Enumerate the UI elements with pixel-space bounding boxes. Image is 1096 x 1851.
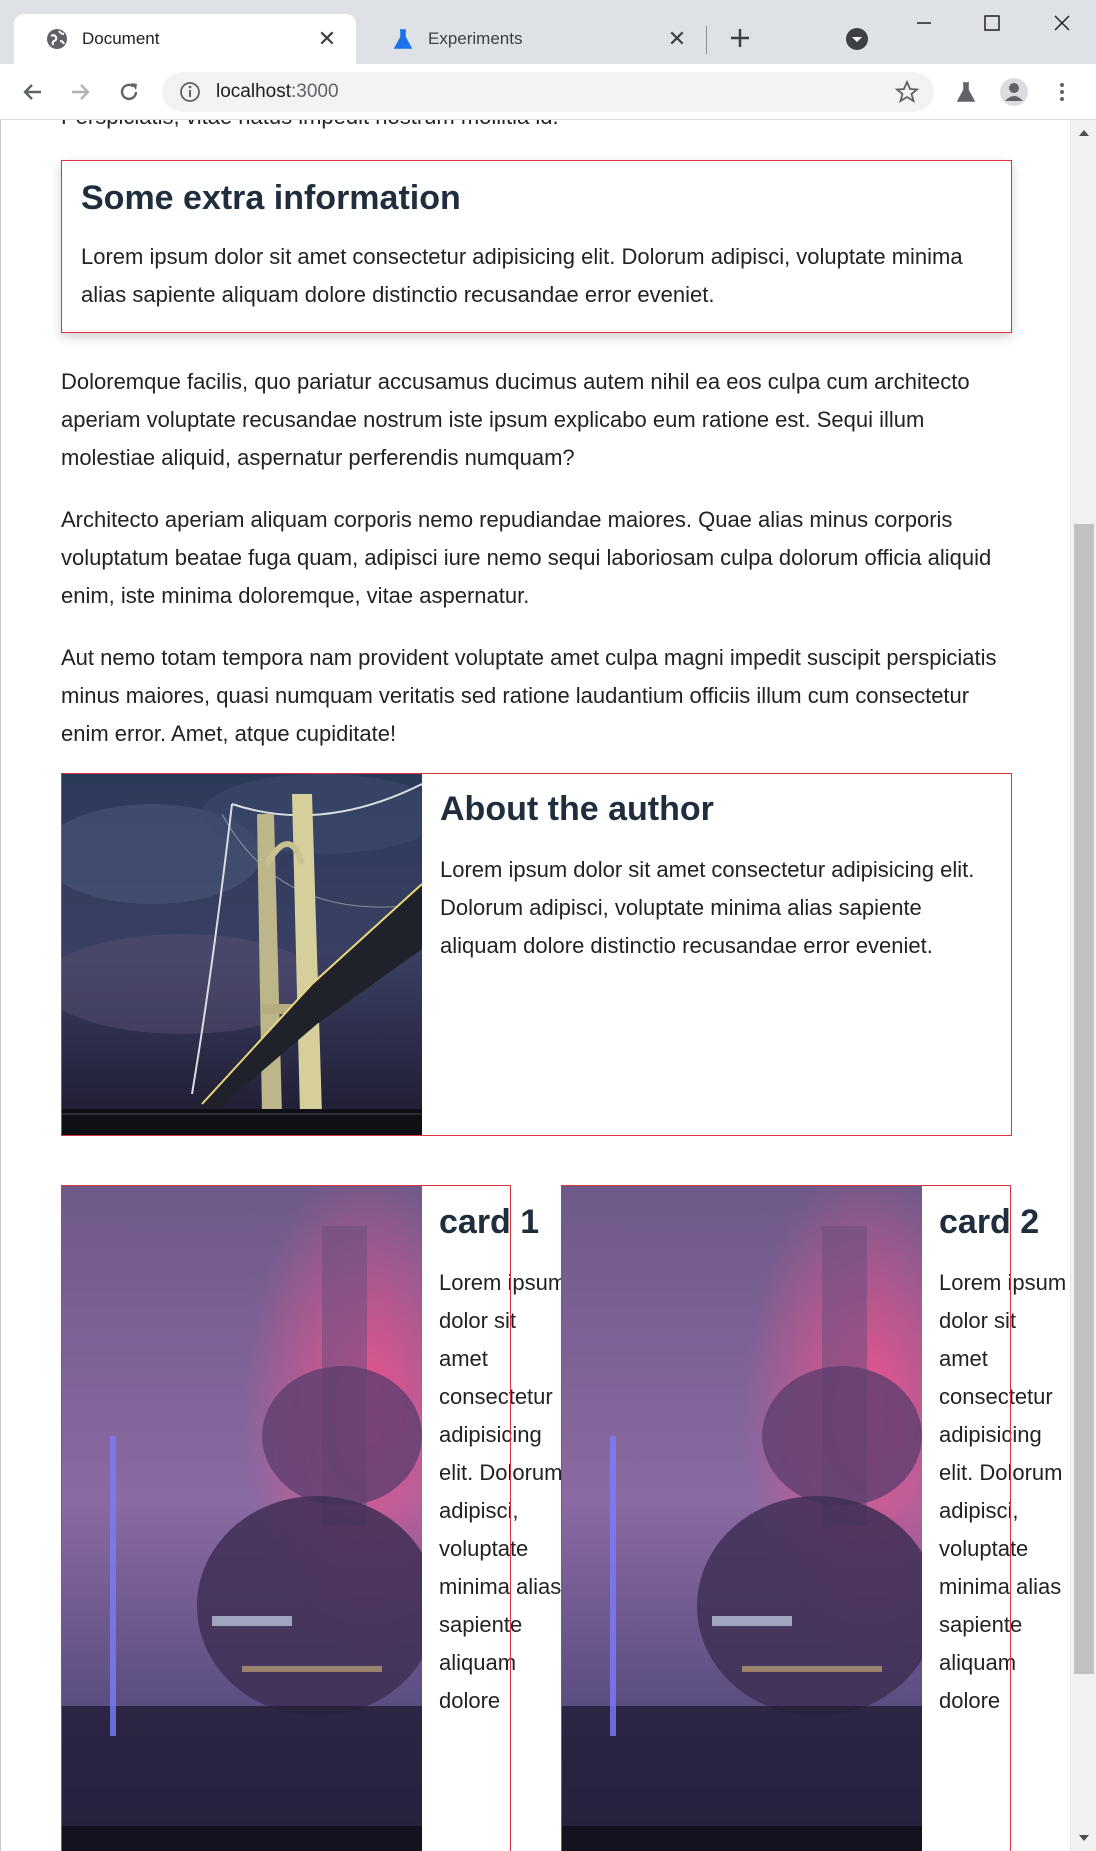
card-text: card 2 Lorem ipsum dolor sit amet consec… (939, 1203, 1070, 1720)
author-bio: Lorem ipsum dolor sit amet consectetur a… (440, 857, 975, 958)
labs-flask-icon[interactable] (950, 76, 982, 108)
scrollbar-thumb[interactable] (1074, 524, 1094, 1674)
url-host: localhost (216, 81, 291, 102)
maximize-icon[interactable] (958, 0, 1026, 46)
close-tab-icon[interactable]: ✕ (316, 26, 338, 51)
callout-title: Some extra information (81, 179, 461, 217)
author-text: About the author Lorem ipsum dolor sit a… (422, 774, 1011, 1135)
extra-info-callout: Some extra information Lorem ipsum dolor… (61, 160, 1012, 333)
flask-icon (392, 28, 414, 50)
back-icon[interactable] (17, 76, 49, 108)
reload-icon[interactable] (113, 76, 145, 108)
card-row: card 1 Lorem ipsum dolor sit amet consec… (61, 1185, 1066, 1851)
url-text: localhost:3000 (216, 81, 894, 103)
card: card 2 Lorem ipsum dolor sit amet consec… (561, 1185, 1066, 1851)
browser-toolbar: localhost:3000 (0, 64, 1096, 120)
scroll-down-arrow-icon[interactable] (1071, 1825, 1096, 1851)
article-content: similique in earum provident nihil exped… (61, 120, 1066, 1851)
minimize-icon[interactable] (890, 0, 958, 46)
vertical-scrollbar[interactable] (1070, 120, 1096, 1851)
bridge-photo (62, 774, 422, 1135)
callout-text: Lorem ipsum dolor sit amet consectetur a… (81, 244, 963, 307)
body-paragraph: Doloremque facilis, quo pariatur accusam… (61, 369, 970, 470)
close-tab-icon[interactable]: ✕ (666, 26, 688, 51)
tab-experiments[interactable]: Experiments ✕ (360, 14, 706, 64)
about-author-box: About the author Lorem ipsum dolor sit a… (61, 773, 1012, 1136)
card-text: card 1 Lorem ipsum dolor sit amet consec… (439, 1203, 579, 1720)
menu-kebab-icon[interactable] (1046, 76, 1078, 108)
intro-paragraph: similique in earum provident nihil exped… (61, 120, 1012, 136)
card-body: Lorem ipsum dolor sit amet consectetur a… (439, 1270, 567, 1713)
scroll-up-arrow-icon[interactable] (1071, 120, 1096, 146)
close-window-icon[interactable] (1028, 0, 1096, 46)
tab-search-icon[interactable] (844, 26, 870, 52)
card-title: card 1 (439, 1203, 540, 1241)
tab-title: Document (82, 29, 160, 48)
url-port: :3000 (291, 81, 339, 102)
tab-document[interactable]: Document ✕ (14, 14, 356, 64)
tab-title: Experiments (428, 29, 523, 48)
new-tab-icon[interactable] (724, 22, 756, 54)
profile-avatar-icon[interactable] (998, 76, 1030, 108)
card-body: Lorem ipsum dolor sit amet consectetur a… (939, 1270, 1067, 1713)
forward-icon[interactable] (64, 76, 96, 108)
city-tower-photo (562, 1186, 922, 1851)
page-viewport: similique in earum provident nihil exped… (0, 120, 1070, 1851)
tab-separator (706, 26, 707, 54)
city-tower-photo (62, 1186, 422, 1851)
info-icon[interactable] (178, 80, 202, 104)
body-paragraph: Aut nemo totam tempora nam provident vol… (61, 645, 997, 746)
card-title: card 2 (939, 1203, 1040, 1241)
card: card 1 Lorem ipsum dolor sit amet consec… (61, 1185, 566, 1851)
bookmark-star-icon[interactable] (894, 79, 920, 105)
body-paragraph: Architecto aperiam aliquam corporis nemo… (61, 507, 992, 608)
author-title: About the author (440, 790, 714, 828)
address-bar[interactable]: localhost:3000 (162, 72, 934, 112)
tab-strip: Document ✕ Experiments ✕ (0, 0, 1096, 64)
globe-icon (46, 28, 68, 50)
